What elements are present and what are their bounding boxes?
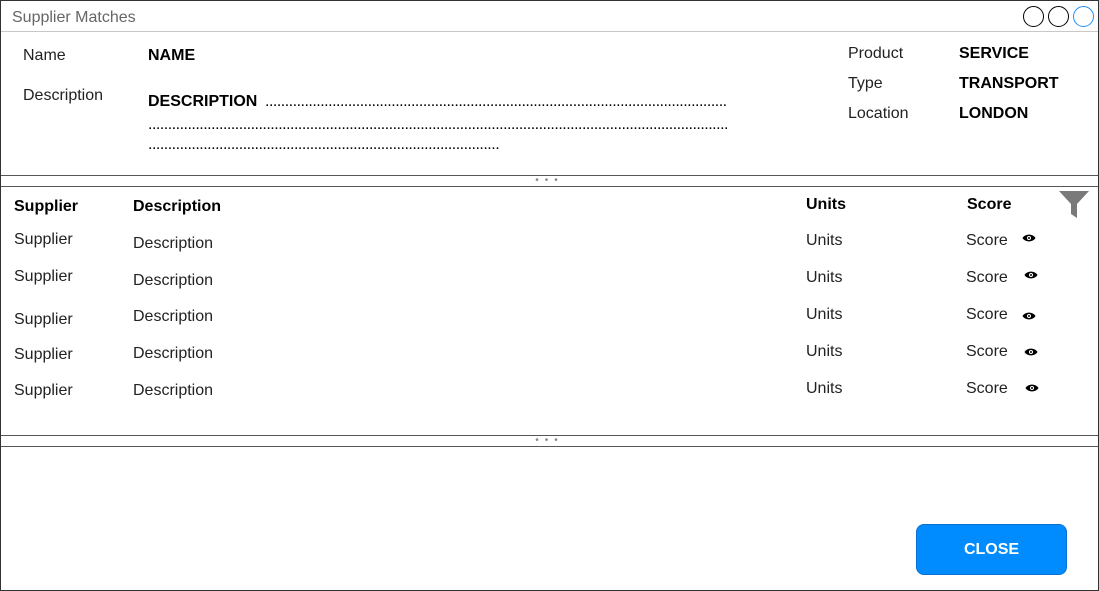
column-header-score[interactable]: Score — [967, 196, 1011, 214]
description-dotted-line: ........................................… — [148, 116, 728, 133]
name-label: Name — [23, 47, 66, 64]
description-cell: Description — [133, 382, 214, 399]
name-value: NAME — [148, 47, 196, 64]
units-cell: Units — [806, 306, 843, 323]
supplier-cell: Supplier — [14, 346, 73, 363]
description-dotted-line: ........................................… — [148, 136, 500, 153]
score-cell: Score — [966, 232, 1008, 249]
splitter-handle-bottom[interactable]: ••• — [1, 436, 1098, 446]
window-title: Supplier Matches — [12, 9, 136, 26]
location-value: LONDON — [959, 105, 1029, 122]
eye-icon[interactable] — [1022, 233, 1036, 243]
eye-icon[interactable] — [1024, 347, 1038, 357]
eye-icon[interactable] — [1024, 270, 1038, 280]
title-bar: Supplier Matches — [1, 1, 1098, 32]
column-header-supplier[interactable]: Supplier — [14, 198, 78, 216]
description-cell: Description — [133, 235, 214, 252]
description-value: DESCRIPTION — [148, 93, 258, 110]
units-cell: Units — [806, 343, 843, 360]
score-cell: Score — [966, 380, 1008, 397]
supplier-matches-window: Supplier Matches Name NAME Description D… — [0, 0, 1099, 591]
description-cell: Description — [133, 308, 214, 325]
close-window-button[interactable] — [1073, 6, 1094, 27]
details-panel: Name NAME Description DESCRIPTION ......… — [1, 32, 1098, 176]
column-header-description[interactable]: Description — [133, 198, 221, 216]
units-cell: Units — [806, 380, 843, 397]
location-label: Location — [848, 105, 909, 122]
supplier-list-panel: Supplier Description Units Score Supplie… — [1, 186, 1098, 436]
eye-icon[interactable] — [1025, 383, 1039, 393]
product-label: Product — [848, 45, 904, 62]
units-cell: Units — [806, 232, 843, 249]
score-cell: Score — [966, 306, 1008, 323]
splitter-handle-top[interactable]: ••• — [1, 176, 1098, 186]
footer-panel: CLOSE — [1, 446, 1098, 590]
supplier-cell: Supplier — [14, 268, 73, 285]
description-cell: Description — [133, 345, 214, 362]
filter-icon[interactable] — [1058, 189, 1090, 219]
description-cell: Description — [133, 272, 214, 289]
supplier-cell: Supplier — [14, 311, 73, 328]
supplier-cell: Supplier — [14, 382, 73, 399]
type-value: TRANSPORT — [959, 75, 1059, 92]
maximize-button[interactable] — [1048, 6, 1069, 27]
product-value: SERVICE — [959, 45, 1029, 62]
column-header-units[interactable]: Units — [806, 196, 846, 214]
minimize-button[interactable] — [1023, 6, 1044, 27]
type-label: Type — [848, 75, 883, 92]
score-cell: Score — [966, 269, 1008, 286]
description-dotted-line: ........................................… — [265, 93, 728, 110]
description-label: Description — [23, 87, 104, 104]
close-button[interactable]: CLOSE — [916, 524, 1067, 575]
supplier-cell: Supplier — [14, 231, 73, 248]
units-cell: Units — [806, 269, 843, 286]
score-cell: Score — [966, 343, 1008, 360]
eye-icon[interactable] — [1022, 311, 1036, 321]
